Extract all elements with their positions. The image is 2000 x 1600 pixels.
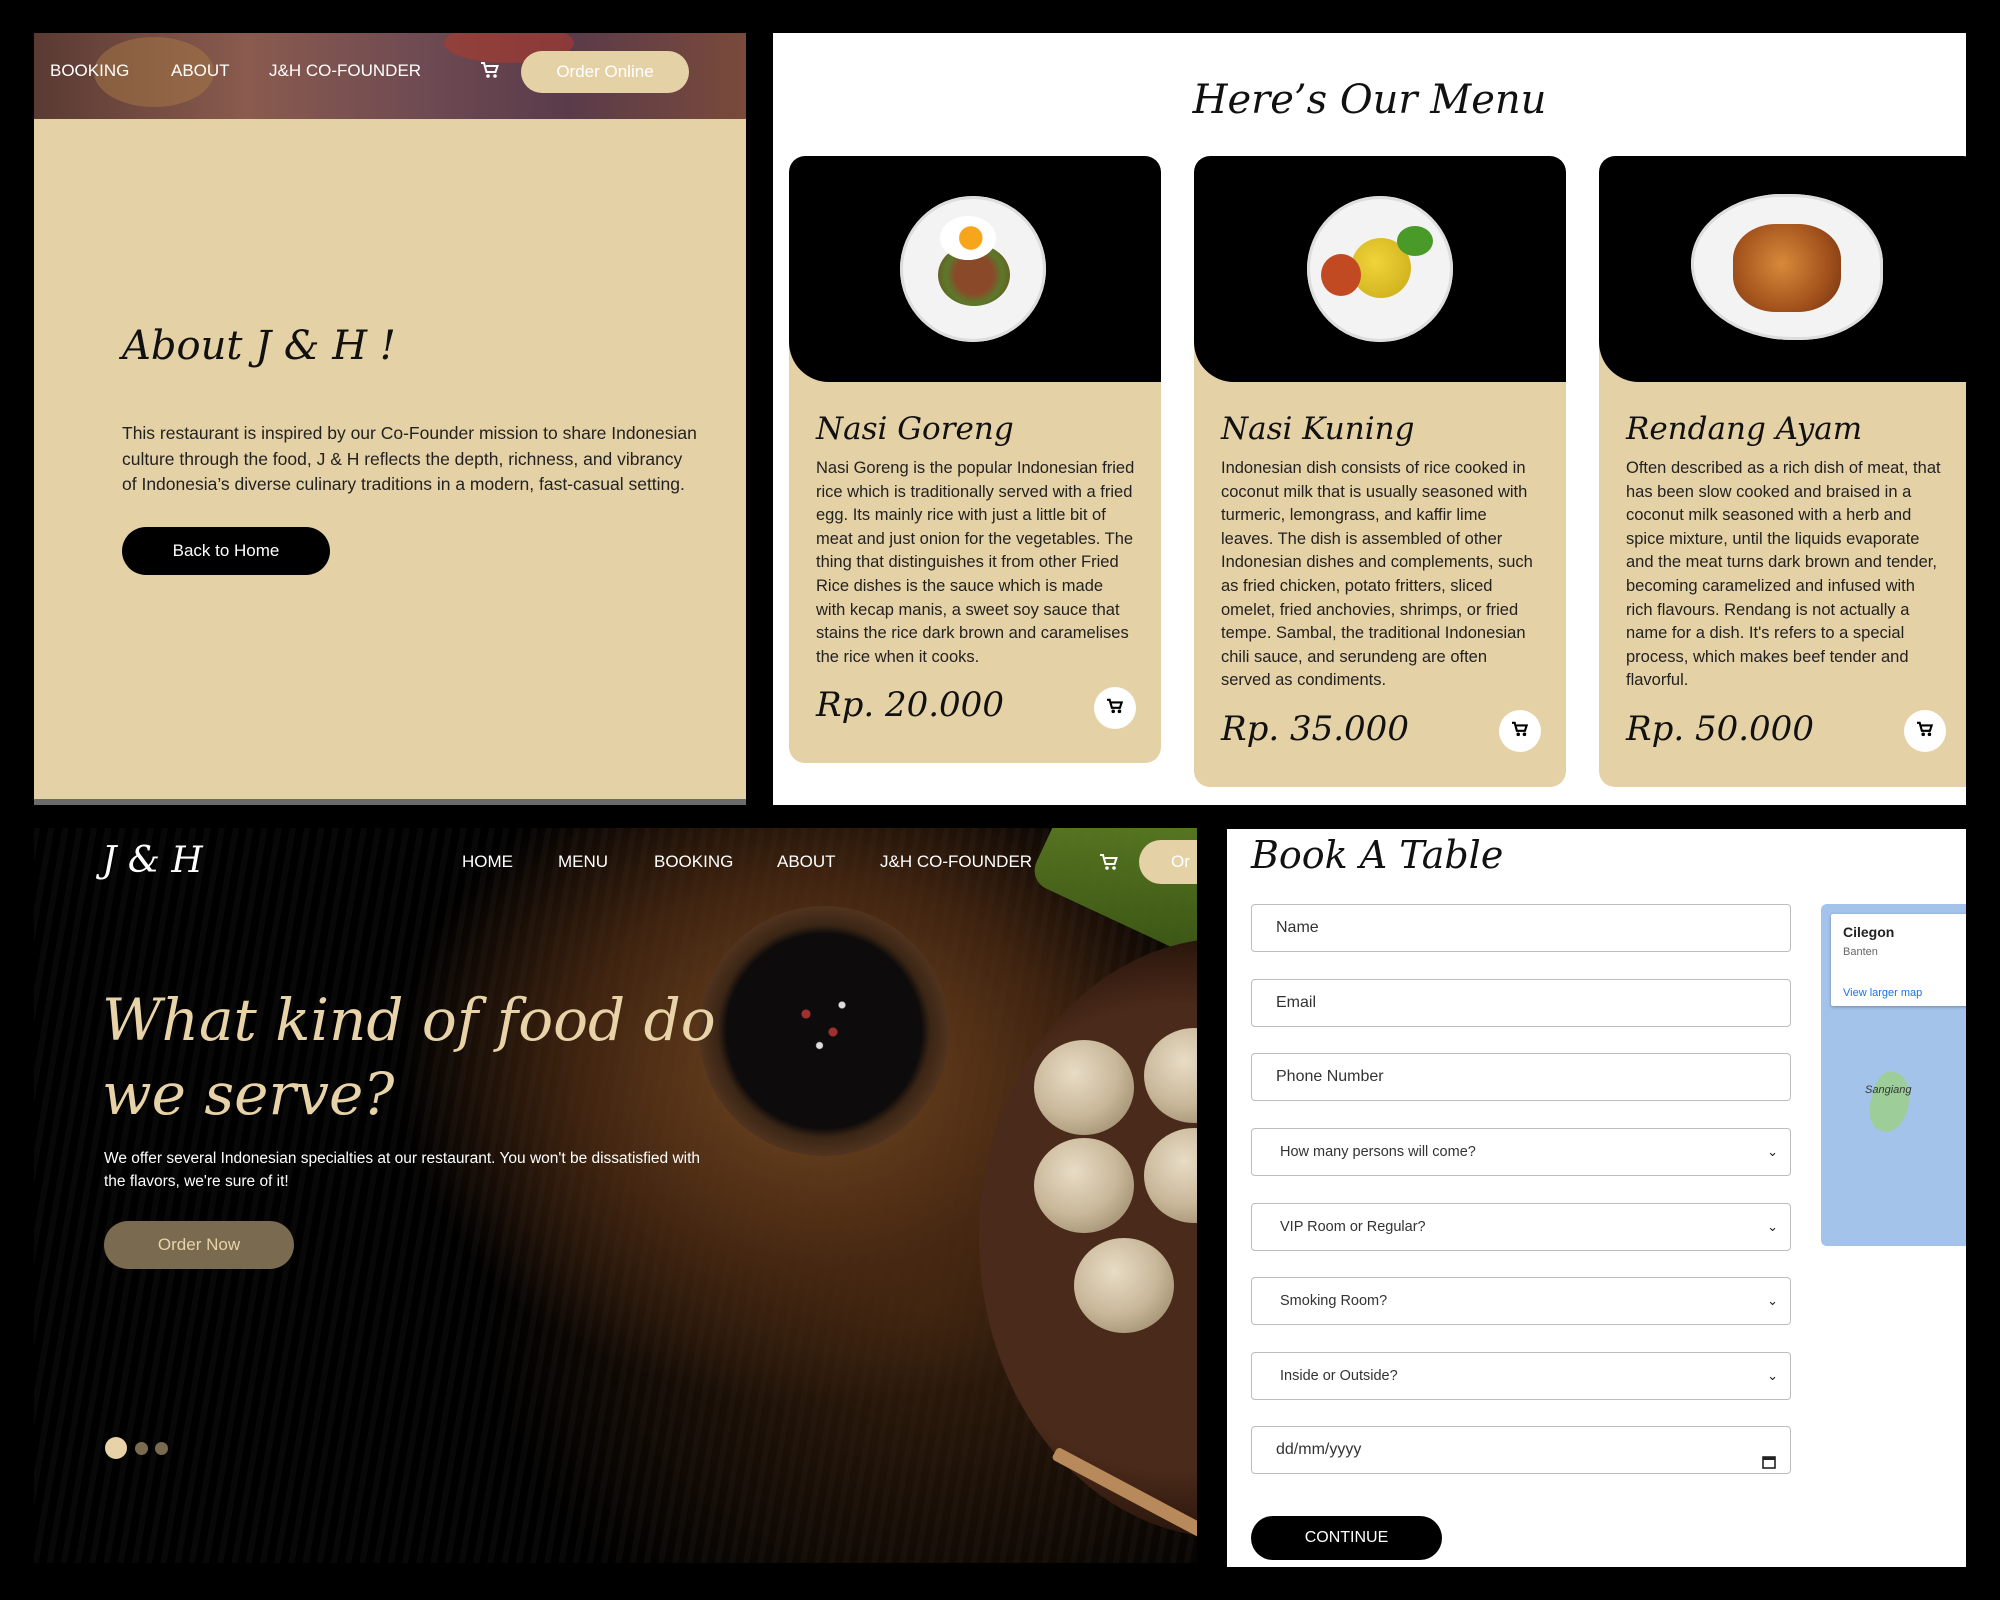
book-title: Book A Table xyxy=(1251,833,1504,877)
email-field[interactable]: Email xyxy=(1251,979,1791,1027)
room-select-value: VIP Room or Regular? xyxy=(1280,1219,1426,1235)
dish-name: Nasi Kuning xyxy=(1221,411,1415,447)
booking-panel: Book A Table Name Email Phone Number How… xyxy=(1227,829,1966,1567)
add-to-cart-button[interactable] xyxy=(1094,687,1136,729)
order-now-button[interactable]: Order Now xyxy=(104,1221,294,1269)
date-field[interactable]: dd/mm/yyyy xyxy=(1251,1426,1791,1474)
chicken-rendang-image xyxy=(1733,224,1841,312)
about-panel: BOOKING ABOUT J&H CO-FOUNDER Order Onlin… xyxy=(34,33,746,805)
calendar-icon[interactable] xyxy=(1762,1442,1776,1488)
name-field[interactable]: Name xyxy=(1251,904,1791,952)
nav-home[interactable]: HOME xyxy=(462,852,513,872)
slide-dot[interactable] xyxy=(155,1442,168,1455)
dish-description: Indonesian dish consists of rice cooked … xyxy=(1221,459,1533,690)
rendang-ayam-image xyxy=(1691,194,1883,340)
continue-button[interactable]: CONTINUE xyxy=(1251,1516,1442,1560)
room-select[interactable]: VIP Room or Regular? ⌄ xyxy=(1251,1203,1791,1251)
menu-card-nasi-goreng: Nasi Goreng Nasi Goreng is the popular I… xyxy=(789,156,1161,763)
about-text: This restaurant is inspired by our Co-Fo… xyxy=(122,423,697,494)
add-to-cart-button[interactable] xyxy=(1499,710,1541,752)
menu-card-rendang-ayam: Rendang Ayam Often described as a rich d… xyxy=(1599,156,1966,787)
slide-dot[interactable] xyxy=(135,1442,148,1455)
card-image-area xyxy=(1194,156,1566,382)
map-embed[interactable]: Cilegon Banten View larger map Sangiang xyxy=(1821,904,1966,1246)
cart-icon xyxy=(1106,698,1124,718)
seeds-image xyxy=(779,978,869,1068)
chevron-down-icon: ⌄ xyxy=(1767,1293,1778,1308)
dish-price: Rp. 35.000 xyxy=(1221,709,1409,749)
nav-booking[interactable]: BOOKING xyxy=(50,61,129,81)
slide-dot-active[interactable] xyxy=(105,1437,127,1459)
nav-booking[interactable]: BOOKING xyxy=(654,852,733,872)
nav-menu[interactable]: MENU xyxy=(558,852,608,872)
map-city: Cilegon xyxy=(1843,924,1895,940)
nav-cofounder[interactable]: J&H CO-FOUNDER xyxy=(880,852,1032,872)
dish-price: Rp. 20.000 xyxy=(816,685,1004,725)
menu-card-nasi-kuning: Nasi Kuning Indonesian dish consists of … xyxy=(1194,156,1566,787)
add-to-cart-button[interactable] xyxy=(1904,710,1946,752)
about-title: About J & H ! xyxy=(122,323,396,369)
back-to-home-button[interactable]: Back to Home xyxy=(122,527,330,575)
card-image-area xyxy=(1599,156,1966,382)
seating-select[interactable]: Inside or Outside? ⌄ xyxy=(1251,1352,1791,1400)
nav-cofounder[interactable]: J&H CO-FOUNDER xyxy=(269,61,421,81)
hero-text: We offer several Indonesian specialties … xyxy=(104,1150,701,1190)
map-region: Banten xyxy=(1843,946,1878,958)
seating-select-value: Inside or Outside? xyxy=(1280,1368,1398,1384)
nav-about[interactable]: ABOUT xyxy=(777,852,836,872)
hero-panel: J & H HOME MENU BOOKING ABOUT J&H CO-FOU… xyxy=(34,828,1197,1563)
order-online-button[interactable]: Order Online xyxy=(521,51,689,93)
chevron-down-icon: ⌄ xyxy=(1767,1144,1778,1159)
view-larger-map-link[interactable]: View larger map xyxy=(1843,987,1922,999)
cart-icon xyxy=(1916,721,1934,741)
menu-title: Here’s Our Menu xyxy=(1192,77,1547,123)
vegetables-image xyxy=(1397,226,1433,256)
map-info-card: Cilegon Banten View larger map xyxy=(1831,914,1966,1006)
cart-icon xyxy=(1511,721,1529,741)
smoking-select-value: Smoking Room? xyxy=(1280,1293,1388,1309)
date-field-value: dd/mm/yyyy xyxy=(1276,1441,1362,1458)
island-shape xyxy=(1863,1068,1917,1136)
fried-egg-image xyxy=(940,216,996,260)
order-online-button[interactable]: Or xyxy=(1139,840,1197,884)
nav-about[interactable]: ABOUT xyxy=(171,61,230,81)
meatball-image xyxy=(1074,1238,1174,1333)
hero-title: What kind of food do we serve? xyxy=(102,986,716,1128)
phone-field[interactable]: Phone Number xyxy=(1251,1053,1791,1101)
brand-logo[interactable]: J & H xyxy=(102,840,203,881)
cart-icon[interactable] xyxy=(1099,853,1119,871)
about-navbar: BOOKING ABOUT J&H CO-FOUNDER Order Onlin… xyxy=(34,33,746,119)
cart-icon[interactable] xyxy=(480,61,500,79)
dish-name: Rendang Ayam xyxy=(1626,411,1863,447)
dish-name: Nasi Goreng xyxy=(816,411,1014,447)
card-image-area xyxy=(789,156,1161,382)
persons-select[interactable]: How many persons will come? ⌄ xyxy=(1251,1128,1791,1176)
smoking-select[interactable]: Smoking Room? ⌄ xyxy=(1251,1277,1791,1325)
chevron-down-icon: ⌄ xyxy=(1767,1219,1778,1234)
chevron-down-icon: ⌄ xyxy=(1767,1368,1778,1383)
dish-price: Rp. 50.000 xyxy=(1626,709,1814,749)
nasi-goreng-image xyxy=(900,196,1046,342)
nasi-kuning-image xyxy=(1307,196,1453,342)
menu-panel: Here’s Our Menu Nasi Goreng Nasi Goreng … xyxy=(773,33,1966,805)
map-place-label: Sangiang xyxy=(1865,1084,1912,1096)
dish-description: Nasi Goreng is the popular Indonesian fr… xyxy=(816,459,1135,666)
bottom-photo-strip xyxy=(34,799,746,805)
dish-description: Often described as a rich dish of meat, … xyxy=(1626,459,1941,690)
persons-select-value: How many persons will come? xyxy=(1280,1144,1476,1160)
meatball-image xyxy=(1034,1040,1134,1135)
meatball-image xyxy=(1034,1138,1134,1233)
chicken-image xyxy=(1321,254,1361,296)
